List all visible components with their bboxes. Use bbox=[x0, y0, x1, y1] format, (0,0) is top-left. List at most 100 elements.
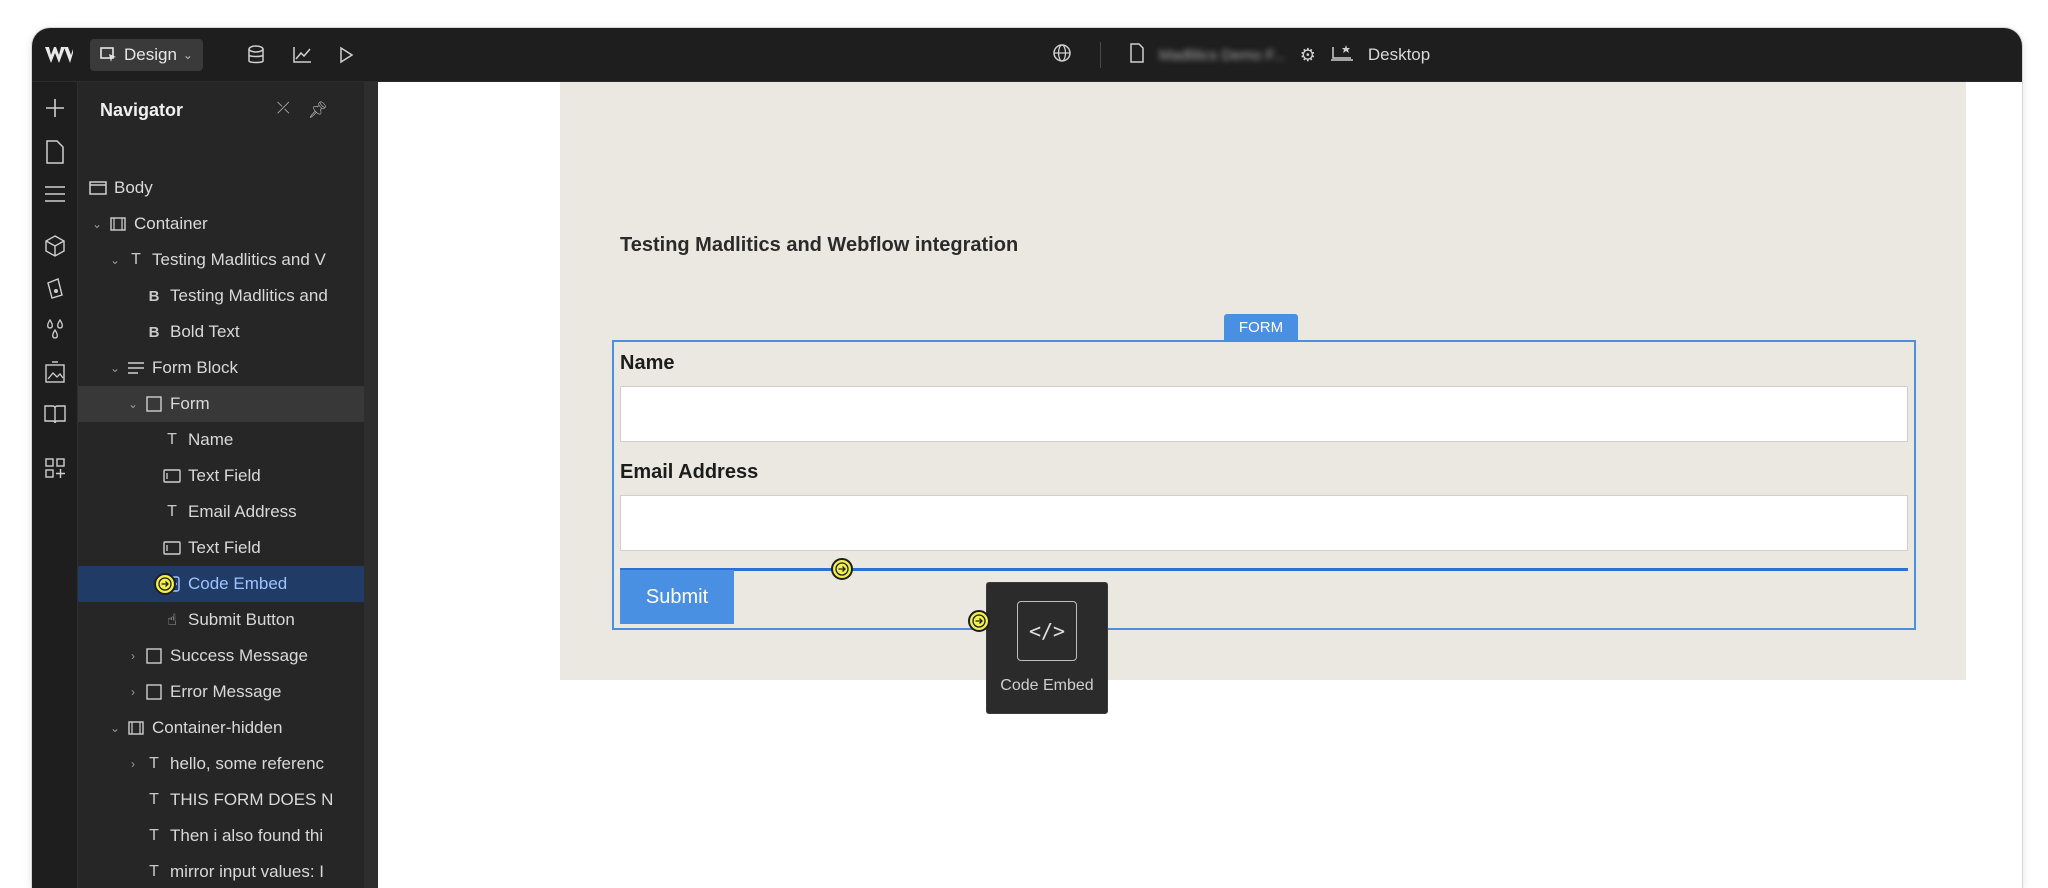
div-block-icon bbox=[144, 646, 164, 666]
nav-item-label: Then i also found thi bbox=[170, 826, 324, 845]
nav-item-text-3[interactable]: T Then i also found thi bbox=[78, 818, 364, 854]
code-embed-icon-glyph: </> bbox=[1028, 619, 1066, 643]
webflow-logo-icon[interactable] bbox=[44, 44, 74, 66]
assets-icon[interactable] bbox=[41, 358, 69, 386]
pointer-hand-icon: ☝ bbox=[167, 612, 177, 629]
nav-item-label: Text Field bbox=[188, 466, 261, 485]
bold-type-icon: B bbox=[148, 287, 160, 305]
collapse-all-icon[interactable]: ⤫ bbox=[277, 100, 290, 120]
nav-item-submit-button[interactable]: ☝ Submit Button bbox=[78, 602, 364, 638]
nav-item-code-embed[interactable]: Code Embed bbox=[78, 566, 364, 602]
page-selector[interactable]: Madlitics Demo F... bbox=[1159, 47, 1286, 64]
nav-item-text-2[interactable]: T THIS FORM DOES N bbox=[78, 782, 364, 818]
form-element-tag[interactable]: FORM bbox=[1224, 314, 1298, 340]
text-type-icon: T bbox=[131, 251, 141, 268]
drag-cursor-icon bbox=[154, 573, 176, 595]
left-tool-rail bbox=[32, 82, 78, 888]
drag-card-label: Code Embed bbox=[1000, 677, 1094, 694]
nav-item-container[interactable]: ⌄ Container bbox=[78, 206, 364, 242]
chevron-down-icon[interactable]: ⌄ bbox=[108, 253, 122, 267]
nav-item-text-field[interactable]: Text Field bbox=[78, 458, 364, 494]
nav-item-success-message[interactable]: › Success Message bbox=[78, 638, 364, 674]
chevron-down-icon[interactable]: ⌄ bbox=[126, 397, 140, 411]
page-file-icon bbox=[1129, 42, 1145, 68]
chevron-right-icon[interactable]: › bbox=[126, 685, 140, 699]
navigator-header: Navigator bbox=[78, 82, 378, 138]
nav-item-text-field-2[interactable]: Text Field bbox=[78, 530, 364, 566]
database-icon[interactable] bbox=[242, 41, 270, 69]
navigator-title: Navigator bbox=[100, 99, 184, 120]
chevron-down-icon[interactable]: ⌄ bbox=[90, 217, 104, 231]
navigator-panel: Navigator ⤫ 📌︎ Body ⌄ Container ⌄ T Test… bbox=[78, 82, 378, 888]
nav-item-text-1[interactable]: › T hello, some referenc bbox=[78, 746, 364, 782]
nav-item-label: hello, some referenc bbox=[170, 754, 325, 773]
design-canvas[interactable]: Testing Madlitics and Webflow integratio… bbox=[378, 82, 2022, 888]
email-field[interactable] bbox=[620, 495, 1908, 551]
nav-item-label: Success Message bbox=[170, 646, 308, 665]
chevron-down-icon[interactable]: ⌄ bbox=[108, 721, 122, 735]
dragging-code-embed-card[interactable]: </> Code Embed bbox=[986, 582, 1108, 714]
nav-item-label: Form Block bbox=[152, 358, 238, 377]
name-label[interactable]: Name bbox=[620, 352, 674, 375]
design-mode-dropdown[interactable]: Design ⌄ bbox=[90, 39, 203, 71]
variables-icon[interactable] bbox=[41, 274, 69, 302]
nav-item-label: Error Message bbox=[170, 682, 282, 701]
nav-item-label: Submit Button bbox=[188, 610, 295, 629]
navigator-scrollbar[interactable] bbox=[364, 82, 378, 888]
text-type-icon: T bbox=[149, 863, 159, 880]
analytics-chart-icon[interactable] bbox=[288, 41, 316, 69]
navigator-icon[interactable] bbox=[41, 180, 69, 208]
nav-item-label: Email Address bbox=[188, 502, 297, 521]
mouse-cursor-icon bbox=[968, 610, 990, 632]
drop-target-cursor-icon bbox=[831, 558, 853, 580]
page-heading[interactable]: Testing Madlitics and Webflow integratio… bbox=[620, 234, 1018, 257]
chevron-down-icon: ⌄ bbox=[182, 48, 193, 62]
toolbar-divider bbox=[1100, 42, 1101, 68]
nav-item-container-hidden[interactable]: ⌄ Container-hidden bbox=[78, 710, 364, 746]
components-icon[interactable] bbox=[41, 232, 69, 260]
text-field-icon bbox=[162, 538, 182, 558]
globe-icon[interactable] bbox=[1052, 43, 1072, 68]
text-type-icon: T bbox=[149, 791, 159, 808]
nav-item-name-label[interactable]: T Name bbox=[78, 422, 364, 458]
nav-item-email-label[interactable]: T Email Address bbox=[78, 494, 364, 530]
add-elements-icon[interactable] bbox=[41, 94, 69, 122]
nav-item-form[interactable]: ⌄ Form bbox=[78, 386, 364, 422]
chevron-right-icon[interactable]: › bbox=[126, 757, 140, 771]
drop-indicator-line bbox=[620, 568, 1908, 571]
style-selectors-icon[interactable] bbox=[41, 316, 69, 344]
email-label[interactable]: Email Address bbox=[620, 461, 758, 484]
nav-item-form-block[interactable]: ⌄ Form Block bbox=[78, 350, 364, 386]
nav-item-label: Container-hidden bbox=[152, 718, 283, 737]
preview-play-icon[interactable] bbox=[332, 41, 360, 69]
bold-type-icon: B bbox=[148, 323, 160, 341]
container-icon bbox=[126, 718, 146, 738]
nav-item-error-message[interactable]: › Error Message bbox=[78, 674, 364, 710]
name-field[interactable] bbox=[620, 386, 1908, 442]
nav-item-label: Text Field bbox=[188, 538, 261, 557]
nav-item-bold-text[interactable]: B Testing Madlitics and bbox=[78, 278, 364, 314]
nav-item-label: Code Embed bbox=[188, 574, 288, 593]
pin-icon[interactable]: 📌︎ bbox=[308, 100, 328, 120]
apps-icon[interactable] bbox=[41, 454, 69, 482]
nav-item-text-4[interactable]: T mirror input values: I bbox=[78, 854, 364, 888]
chevron-down-icon[interactable]: ⌄ bbox=[108, 361, 122, 375]
text-field-icon bbox=[162, 466, 182, 486]
nav-item-heading[interactable]: ⌄ T Testing Madlitics and V bbox=[78, 242, 364, 278]
nav-item-label: Name bbox=[188, 430, 234, 449]
pages-icon[interactable] bbox=[41, 138, 69, 166]
form-block-icon bbox=[126, 358, 146, 378]
nav-item-body[interactable]: Body bbox=[78, 170, 364, 206]
form-selection-outline bbox=[612, 340, 1916, 630]
breakpoint-label[interactable]: Desktop bbox=[1368, 45, 1430, 65]
page-settings-gear-icon[interactable]: ⚙ bbox=[1300, 45, 1316, 66]
cms-book-icon[interactable] bbox=[41, 400, 69, 428]
chevron-right-icon[interactable]: › bbox=[126, 649, 140, 663]
nav-item-label: mirror input values: I bbox=[170, 862, 324, 881]
app-window: Design ⌄ Madlitics Demo F... ⚙ Desktop N… bbox=[32, 28, 2022, 888]
submit-button[interactable]: Submit bbox=[620, 570, 734, 624]
text-type-icon: T bbox=[149, 827, 159, 844]
body-icon bbox=[88, 178, 108, 198]
breakpoint-desktop-icon bbox=[1330, 44, 1354, 67]
nav-item-bold-text-2[interactable]: B Bold Text bbox=[78, 314, 364, 350]
